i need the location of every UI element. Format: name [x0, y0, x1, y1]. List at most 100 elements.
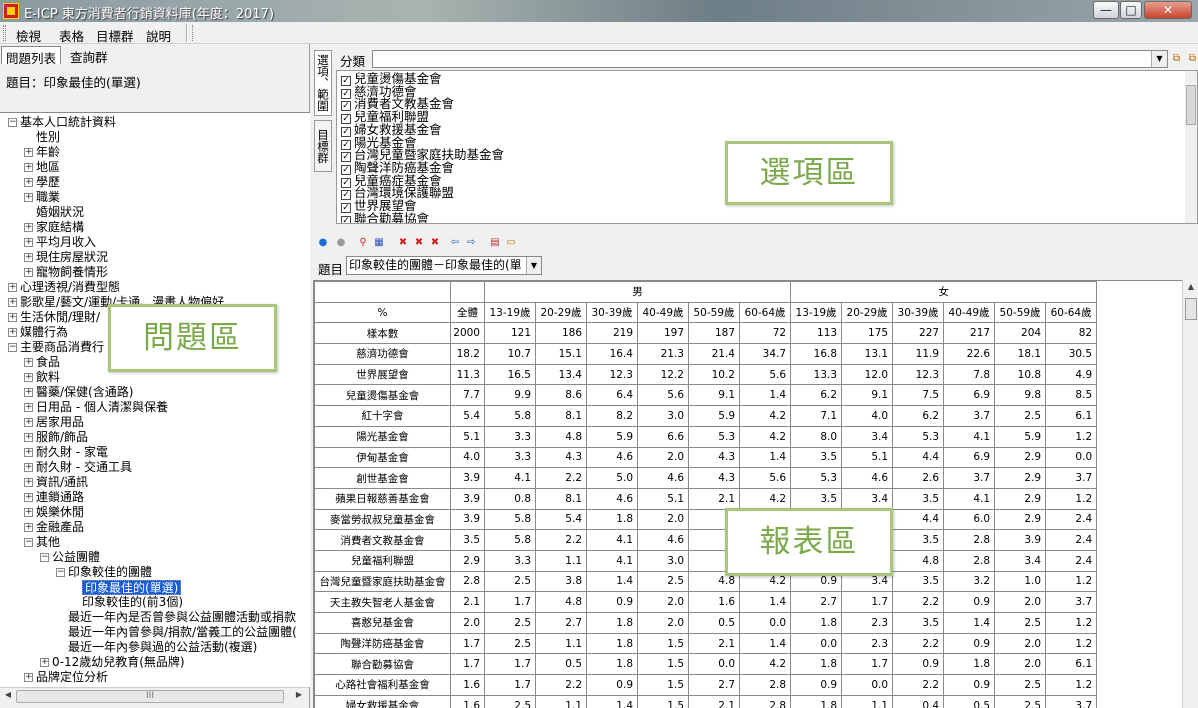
tree-item[interactable]: 平均月收入	[36, 235, 96, 250]
scroll-right-icon[interactable]: ▶	[293, 690, 305, 702]
tree-item[interactable]: 飲料	[36, 370, 60, 385]
scroll-thumb[interactable]: III	[16, 690, 284, 703]
report-question-select[interactable]: 印象較佳的團體－印象最佳的(單 ▼	[346, 256, 542, 275]
expand-icon[interactable]: +	[24, 193, 33, 202]
close-button[interactable]: ✕	[1144, 1, 1192, 19]
tree-item[interactable]: 0-12歲幼兒教育(無品牌)	[52, 655, 185, 670]
expand-icon[interactable]: +	[24, 493, 33, 502]
tree-item[interactable]: 心理透視/消費型態	[20, 280, 120, 295]
tree-item[interactable]: 印象較佳的(前3個)	[82, 595, 183, 610]
maximize-button[interactable]: □	[1120, 1, 1142, 19]
expand-icon[interactable]: +	[24, 508, 33, 517]
tree-item[interactable]: 婚姻狀況	[36, 205, 84, 220]
expand-icon[interactable]: +	[24, 403, 33, 412]
checkbox-icon[interactable]: ✓	[341, 215, 351, 223]
tree-item[interactable]: 媒體行為	[20, 325, 68, 340]
tree-item[interactable]: 性別	[36, 130, 60, 145]
report-scroll-thumb[interactable]	[1185, 298, 1197, 320]
tree-item[interactable]: 最近一年內曾參與/捐款/當義工的公益團體(	[68, 625, 297, 640]
expand-icon[interactable]: +	[24, 358, 33, 367]
chevron-down-icon[interactable]: ▼	[1151, 51, 1167, 67]
tree-item[interactable]: 資訊/通訊	[36, 475, 88, 490]
tree-item[interactable]: 耐久財 - 家電	[36, 445, 108, 460]
search-icon[interactable]: ⚲	[356, 236, 370, 249]
options-scroll-thumb[interactable]	[1186, 85, 1196, 125]
collapse-icon[interactable]: −	[8, 343, 17, 352]
minimize-button[interactable]: —	[1093, 1, 1119, 19]
menu-table[interactable]: 表格	[59, 26, 84, 45]
expand-icon[interactable]: +	[24, 433, 33, 442]
expand-icon[interactable]: +	[24, 163, 33, 172]
tree-item[interactable]: 醫藥/保健(含通路)	[36, 385, 133, 400]
expand-icon[interactable]: +	[24, 178, 33, 187]
expand-icon[interactable]: +	[24, 253, 33, 262]
tab-target-group[interactable]: 目標群	[314, 120, 332, 172]
category-select[interactable]: ▼	[372, 50, 1168, 68]
tree-item[interactable]: 最近一年內是否曾參與公益團體活動或捐款	[68, 610, 296, 625]
report-vertical-scrollbar[interactable]: ▲	[1182, 280, 1198, 708]
copy-icon[interactable]: ⧉	[1170, 52, 1183, 65]
expand-icon[interactable]: +	[24, 418, 33, 427]
scroll-left-icon[interactable]: ◀	[2, 690, 14, 702]
tab-options-range[interactable]: 選項、範圍	[314, 50, 332, 116]
tree-item[interactable]: 家庭結構	[36, 220, 84, 235]
expand-icon[interactable]: +	[24, 448, 33, 457]
grid-icon[interactable]: ▦	[372, 236, 386, 249]
tree-item[interactable]: 現住房屋狀況	[36, 250, 108, 265]
chevron-down-icon[interactable]: ▼	[526, 257, 541, 274]
export-icon[interactable]: ▭	[504, 236, 518, 249]
tree-item[interactable]: 年齡	[36, 145, 60, 160]
expand-icon[interactable]: +	[8, 283, 17, 292]
tree-item[interactable]: 娛樂休閒	[36, 505, 84, 520]
expand-icon[interactable]: +	[24, 388, 33, 397]
flag-down-icon[interactable]: ✖	[428, 236, 442, 249]
menu-view[interactable]: 檢視	[16, 26, 41, 45]
tree-item[interactable]: 日用品 - 個人清潔與保養	[36, 400, 168, 415]
expand-icon[interactable]: +	[40, 658, 49, 667]
collapse-icon[interactable]: −	[8, 118, 17, 127]
tab-query-group[interactable]: 查詢群	[66, 46, 112, 65]
tree-item[interactable]: 基本人口統計資料	[20, 115, 116, 130]
tree-item[interactable]: 最近一年內參與過的公益活動(複選)	[68, 640, 257, 655]
tree-item[interactable]: 寵物飼養情形	[36, 265, 108, 280]
expand-icon[interactable]: +	[24, 463, 33, 472]
options-scrollbar[interactable]	[1185, 71, 1197, 223]
tree-item[interactable]: 公益團體	[52, 550, 100, 565]
tree-item[interactable]: 食品	[36, 355, 60, 370]
flag-icon[interactable]: ✖	[396, 236, 410, 249]
tree-item[interactable]: 居家用品	[36, 415, 84, 430]
tree-item[interactable]: 學歷	[36, 175, 60, 190]
tree-item[interactable]: 生活休閒/理財/	[20, 310, 100, 325]
collapse-icon[interactable]: −	[56, 568, 65, 577]
expand-icon[interactable]: +	[24, 478, 33, 487]
stop-icon[interactable]: ●	[334, 236, 348, 249]
flag-up-icon[interactable]: ✖	[412, 236, 426, 249]
tree-item[interactable]: 金融產品	[36, 520, 84, 535]
tree-item[interactable]: 耐久財 - 交通工具	[36, 460, 132, 475]
expand-icon[interactable]: +	[8, 313, 17, 322]
tree-item[interactable]: 其他	[36, 535, 60, 550]
chart-icon[interactable]: ▤	[488, 236, 502, 249]
tab-question-list[interactable]: 問題列表	[1, 46, 62, 66]
tree-item[interactable]: 連鎖通路	[36, 490, 84, 505]
collapse-icon[interactable]: −	[40, 553, 49, 562]
expand-icon[interactable]: +	[24, 523, 33, 532]
tree-item[interactable]: 地區	[36, 160, 60, 175]
tree-item[interactable]: 印象較佳的團體	[68, 565, 152, 580]
expand-icon[interactable]: +	[8, 328, 17, 337]
arrow-right-icon[interactable]: ⇨	[464, 236, 478, 249]
paste-icon[interactable]: ⧉	[1186, 52, 1198, 65]
expand-icon[interactable]: +	[24, 148, 33, 157]
option-item[interactable]: ✓ 聯合勸募協會	[341, 212, 429, 223]
expand-icon[interactable]: +	[24, 268, 33, 277]
expand-icon[interactable]: +	[24, 223, 33, 232]
tree-item[interactable]: 品牌定位分析	[36, 670, 108, 685]
menu-target-group[interactable]: 目標群	[96, 26, 134, 45]
scroll-up-icon[interactable]: ▲	[1185, 282, 1197, 294]
tree-item[interactable]: 服飾/飾品	[36, 430, 88, 445]
tree-item[interactable]: 職業	[36, 190, 60, 205]
expand-icon[interactable]: +	[24, 673, 33, 682]
expand-icon[interactable]: +	[24, 373, 33, 382]
collapse-icon[interactable]: −	[24, 538, 33, 547]
arrow-left-icon[interactable]: ⇦	[448, 236, 462, 249]
